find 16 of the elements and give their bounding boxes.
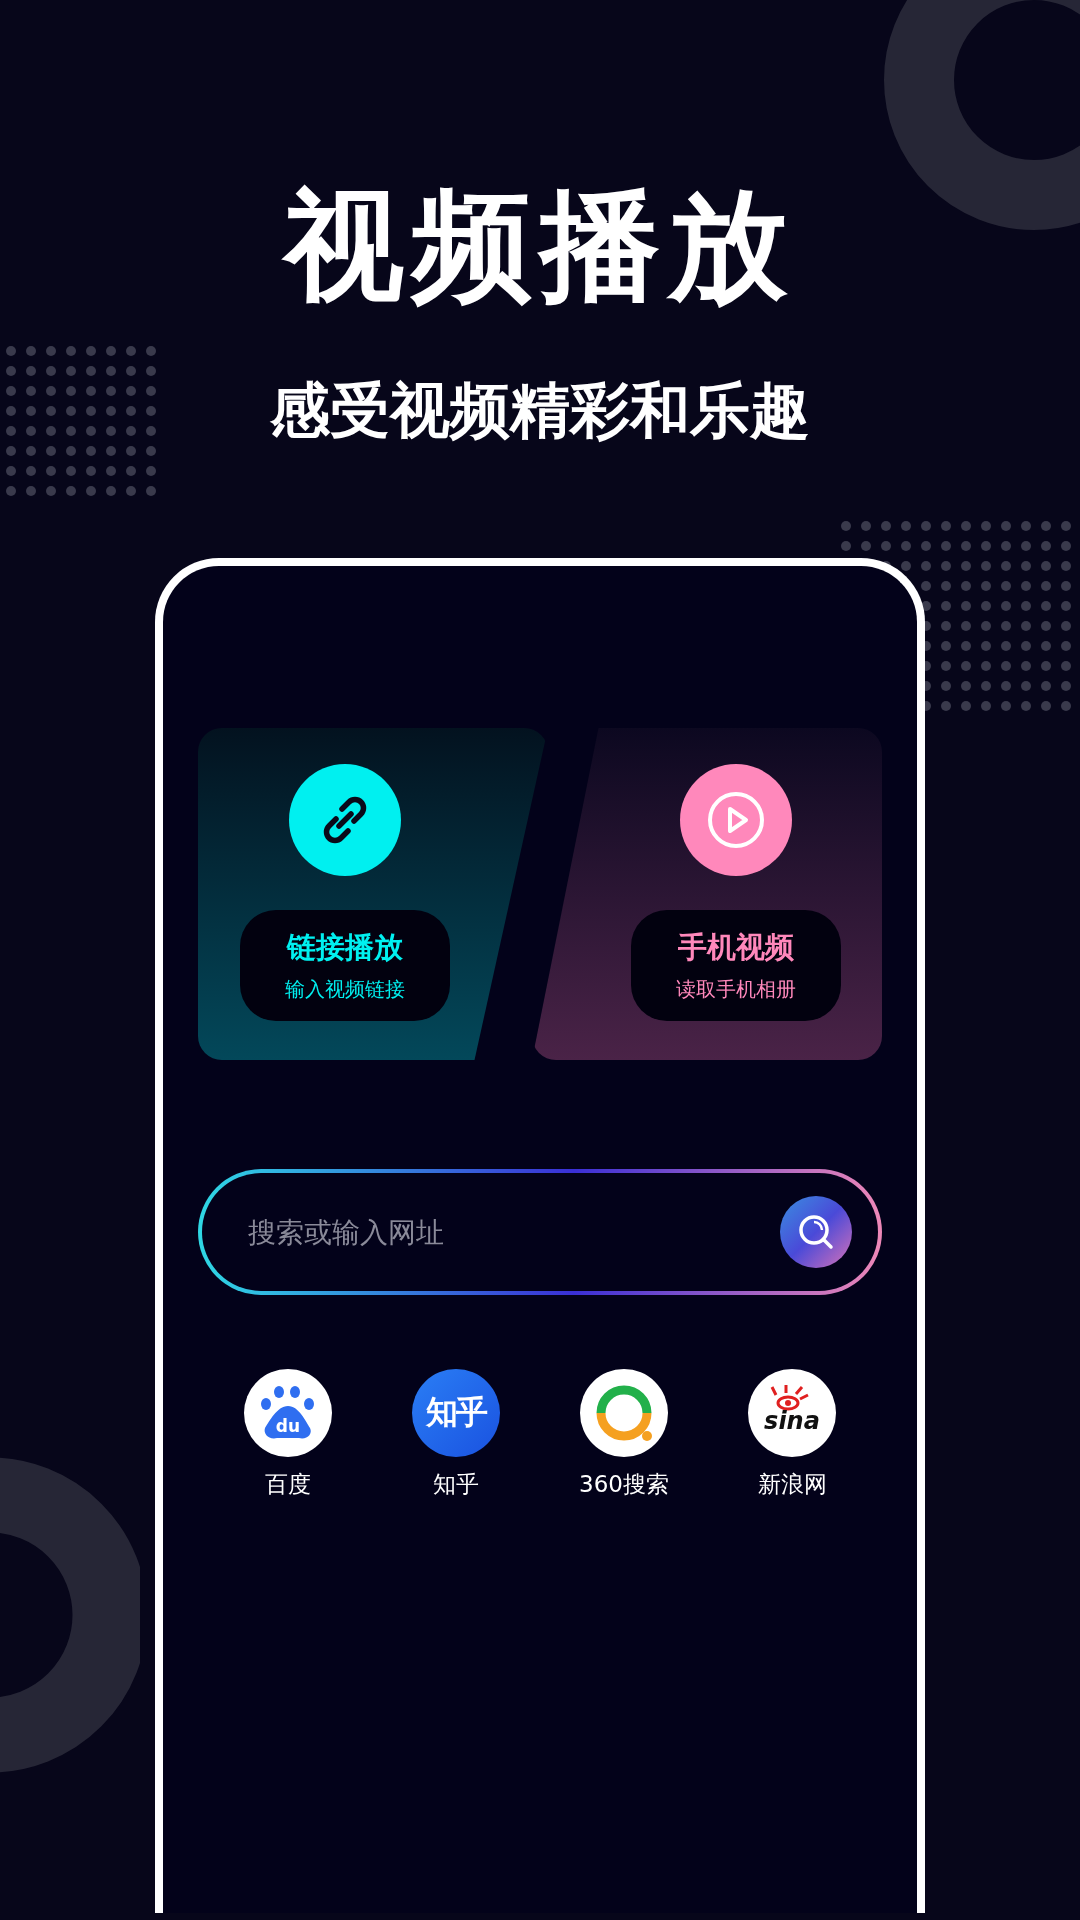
card-title: 手机视频 (678, 929, 794, 966)
site-label: 百度 (265, 1470, 311, 1499)
site-logo[interactable]: 知乎 (412, 1369, 500, 1457)
tagline: 感受视频精彩和乐趣 (270, 374, 810, 446)
site-label: 新浪网 (757, 1470, 827, 1499)
play-icon (706, 790, 766, 850)
site-logo[interactable]: sina (748, 1369, 836, 1457)
card-subtitle: 读取手机相册 (676, 976, 796, 1003)
site-label: 知乎 (433, 1470, 479, 1499)
site-logo[interactable]: du (244, 1369, 332, 1457)
search-icon (796, 1212, 836, 1252)
search-field[interactable]: 搜索或输入网址 (246, 1214, 780, 1250)
card-subtitle: 输入视频链接 (285, 976, 405, 1003)
card-title: 链接播放 (287, 929, 403, 966)
site-label: 360搜索 (579, 1470, 669, 1499)
feature-card[interactable]: 手机视频 读取手机相册 (532, 728, 882, 1060)
